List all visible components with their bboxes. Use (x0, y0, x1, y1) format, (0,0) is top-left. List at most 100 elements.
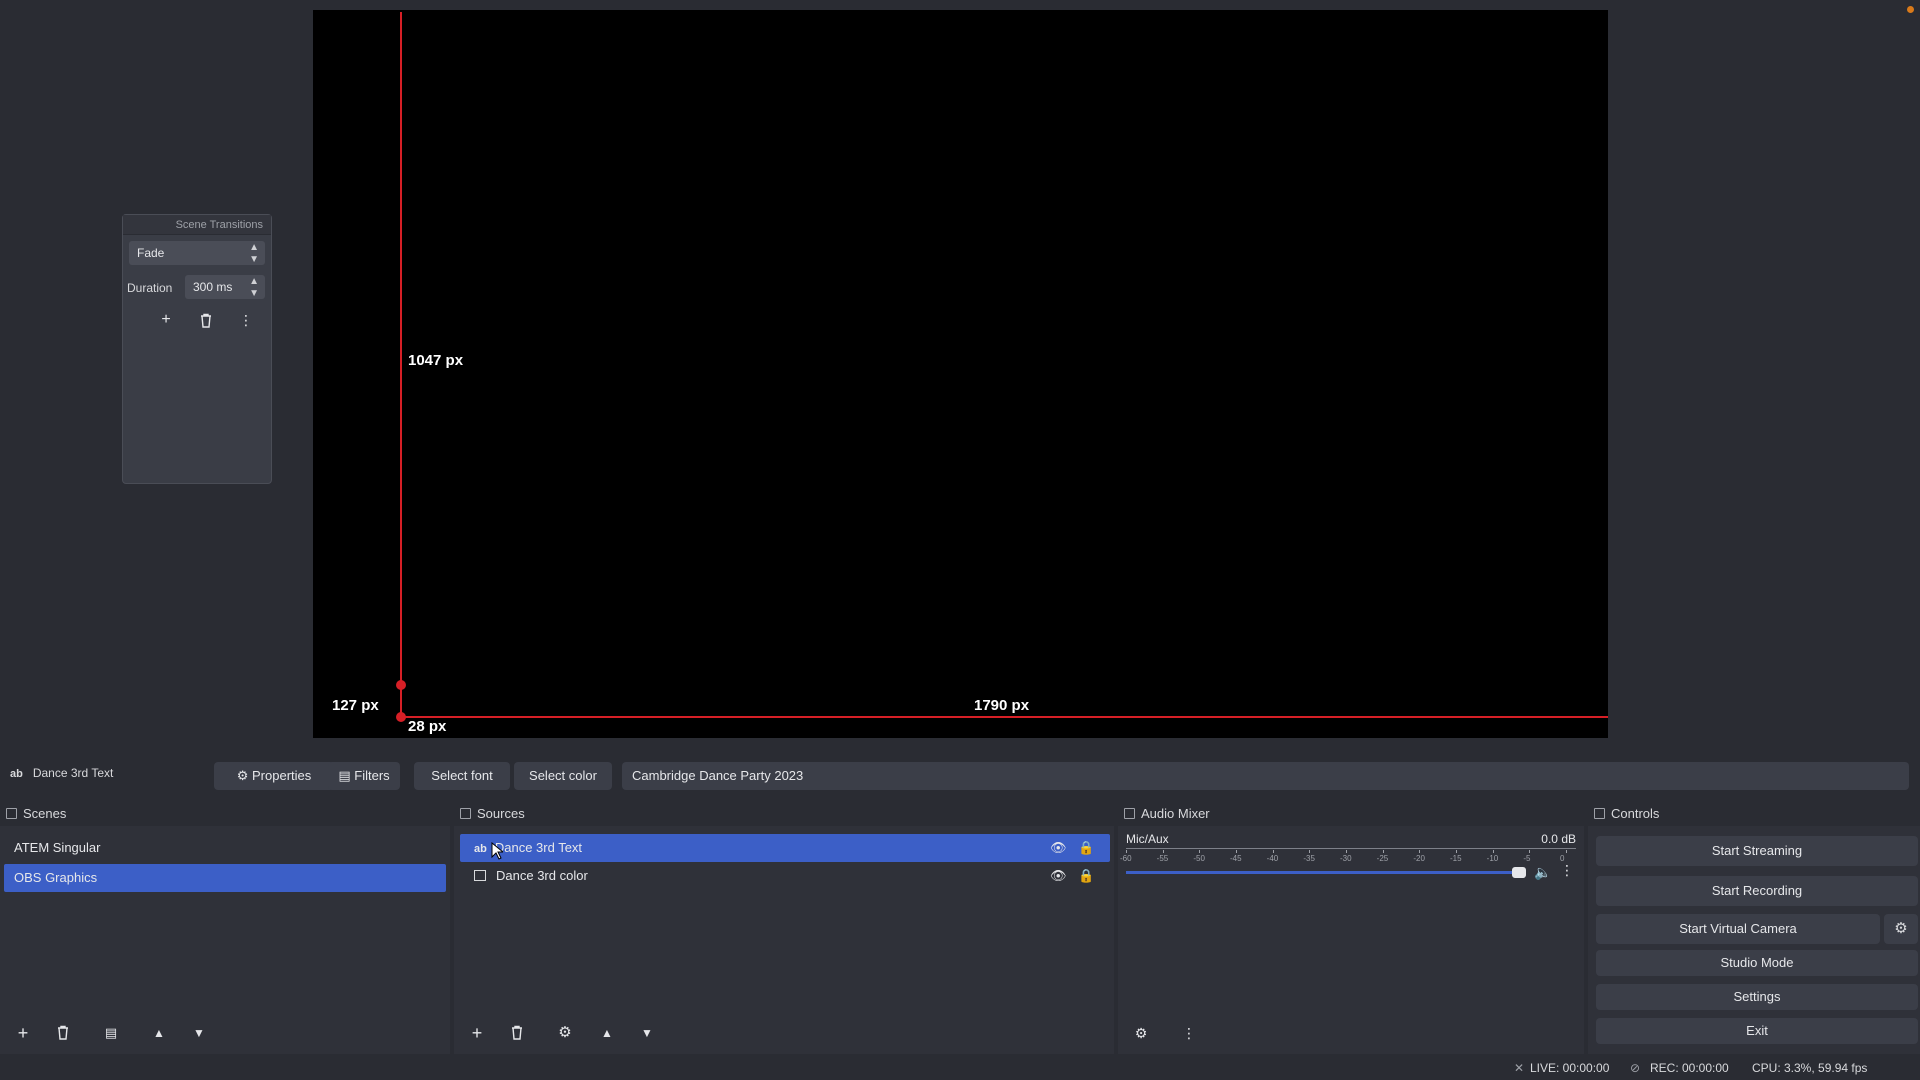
exit-button[interactable]: Exit (1596, 1018, 1918, 1044)
lock-icon[interactable]: 🔒 (1078, 834, 1094, 862)
preview-area: 1047 px 127 px 28 px 1790 px Scene Trans… (0, 0, 1920, 748)
meter-baseline (1126, 848, 1576, 849)
measure-top: 1047 px (408, 352, 464, 369)
transition-menu-button[interactable]: ⋮ (233, 309, 259, 331)
sources-dock: Sources ab Dance 3rd Text 👁 🔒 Dance 3rd c… (454, 802, 1114, 1054)
source-item[interactable]: Dance 3rd color 👁 🔒 (460, 862, 1110, 890)
select-font-button[interactable]: Select font (414, 762, 510, 790)
meter-tick (1382, 850, 1384, 853)
scene-item-selected[interactable]: OBS Graphics (4, 864, 446, 892)
plus-icon: + (471, 1023, 483, 1043)
meter-tick (1456, 850, 1457, 853)
eye-icon[interactable]: 👁 (1050, 862, 1067, 890)
controls-dock: Controls Start Streaming Start Recording… (1588, 802, 1920, 1054)
guide-handle[interactable] (396, 712, 406, 722)
eye-icon[interactable]: 👁 (1050, 834, 1067, 862)
meter-tick (1236, 850, 1237, 853)
speaker-muted-icon[interactable]: 🔈 (1534, 864, 1551, 881)
settings-button[interactable]: Settings (1596, 984, 1918, 1010)
plus-icon: + (161, 311, 171, 328)
add-transition-button[interactable]: + (153, 309, 179, 331)
sources-title-label: Sources (477, 806, 525, 821)
meter-tick (1199, 850, 1201, 853)
add-source-button[interactable]: + (462, 1020, 492, 1046)
duration-value: 300 ms (193, 280, 233, 294)
properties-button[interactable]: ⚙ Properties (214, 762, 334, 790)
panel-title: Scene Transitions (123, 215, 271, 235)
text-source-icon: ab (10, 768, 23, 780)
gears-icon: ⚙ (1134, 1025, 1148, 1041)
volume-slider[interactable] (1126, 867, 1526, 878)
studio-mode-button[interactable]: Studio Mode (1596, 950, 1918, 976)
meter-tick-label: -5 (1523, 854, 1531, 863)
source-item-selected[interactable]: ab Dance 3rd Text 👁 🔒 (460, 834, 1110, 862)
filters-button[interactable]: ▤ Filters (328, 762, 400, 790)
meter-tick-label: -50 (1193, 854, 1205, 863)
source-name: Dance 3rd Text (494, 840, 583, 855)
filter-icon: ▤ (338, 768, 351, 783)
remove-source-button[interactable] (502, 1020, 532, 1046)
scene-transitions-panel: Scene Transitions Fade ▲ ▼ Duration 300 m… (122, 214, 272, 484)
filters-label: Filters (354, 768, 390, 783)
guide-horizontal (400, 716, 1608, 718)
controls-title: Controls (1588, 802, 1920, 826)
measure-bottom: 28 px (408, 718, 447, 735)
guide-handle[interactable] (396, 680, 406, 690)
add-scene-button[interactable]: + (8, 1020, 38, 1046)
preview-canvas[interactable] (313, 10, 1608, 738)
context-source-name: Dance 3rd Text (32, 766, 114, 780)
audio-mixer-body: Mic/Aux 0.0 dB -60 -55 -50 -45 -40 -35 -30 -25 -… (1118, 826, 1584, 1054)
status-dot (1907, 6, 1914, 13)
dock-icon (1124, 808, 1135, 819)
duration-spinbox[interactable]: 300 ms ▲ ▼ (185, 275, 265, 299)
meter-tick (1272, 850, 1274, 853)
scene-filters-button[interactable]: ▤ (96, 1020, 126, 1046)
audio-menu-button[interactable]: ⋮ (1174, 1020, 1204, 1046)
volume-fill (1126, 871, 1526, 874)
remove-scene-button[interactable] (48, 1020, 78, 1046)
scene-item[interactable]: ATEM Singular (4, 834, 446, 862)
no-stream-icon: ✕ (1514, 1061, 1525, 1075)
sources-title: Sources (454, 802, 1114, 826)
meter-tick-label: -30 (1340, 854, 1352, 863)
advanced-audio-button[interactable]: ⚙ (1126, 1020, 1156, 1046)
meter-tick (1492, 850, 1494, 853)
move-scene-down-button[interactable]: ▼ (184, 1020, 214, 1046)
status-bar: ✕ LIVE: 00:00:00 ⊘ REC: 00:00:00 CPU: 3.… (0, 1056, 1920, 1080)
virtual-camera-settings-button[interactable]: ⚙ (1884, 914, 1918, 944)
source-name: Dance 3rd color (496, 868, 588, 883)
transition-select[interactable]: Fade ▲ ▼ (129, 241, 265, 265)
start-virtual-camera-button[interactable]: Start Virtual Camera (1596, 914, 1880, 944)
move-source-up-button[interactable]: ▲ (592, 1020, 622, 1046)
chevron-down-icon: ▼ (193, 1026, 205, 1040)
live-timer: LIVE: 00:00:00 (1530, 1061, 1610, 1075)
meter-tick-label: -60 (1120, 854, 1132, 863)
source-text-field[interactable]: Cambridge Dance Party 2023 (622, 762, 1909, 790)
lock-icon[interactable]: 🔒 (1078, 862, 1094, 890)
source-properties-button[interactable]: ⚙ (550, 1020, 580, 1046)
audio-mixer-title-label: Audio Mixer (1141, 806, 1210, 821)
start-recording-button[interactable]: Start Recording (1596, 876, 1918, 906)
plus-icon: + (17, 1023, 29, 1043)
move-scene-up-button[interactable]: ▲ (144, 1020, 174, 1046)
scenes-dock: Scenes ATEM Singular OBS Graphics + ▤ ▲ … (0, 802, 450, 1054)
rec-timer: REC: 00:00:00 (1650, 1061, 1729, 1075)
trash-icon (58, 1025, 68, 1040)
move-source-down-button[interactable]: ▼ (632, 1020, 662, 1046)
remove-transition-button[interactable] (193, 309, 219, 331)
start-streaming-button[interactable]: Start Streaming (1596, 836, 1918, 866)
volume-handle[interactable] (1512, 867, 1526, 878)
meter-tick (1162, 850, 1164, 853)
kebab-menu-icon: ⋮ (1182, 1025, 1196, 1041)
kebab-menu-icon[interactable]: ⋮ (1560, 862, 1574, 879)
kebab-menu-icon: ⋮ (239, 312, 253, 328)
measure-left: 127 px (332, 697, 379, 714)
measure-right: 1790 px (974, 697, 1030, 714)
gear-icon: ⚙ (558, 1024, 572, 1041)
dock-icon (6, 808, 17, 819)
controls-body: Start Streaming Start Recording Start Vi… (1588, 826, 1920, 1054)
meter-tick (1566, 850, 1567, 853)
meter-tick-label: -40 (1266, 854, 1279, 863)
meter-tick-label: -35 (1303, 854, 1315, 863)
select-color-button[interactable]: Select color (514, 762, 612, 790)
